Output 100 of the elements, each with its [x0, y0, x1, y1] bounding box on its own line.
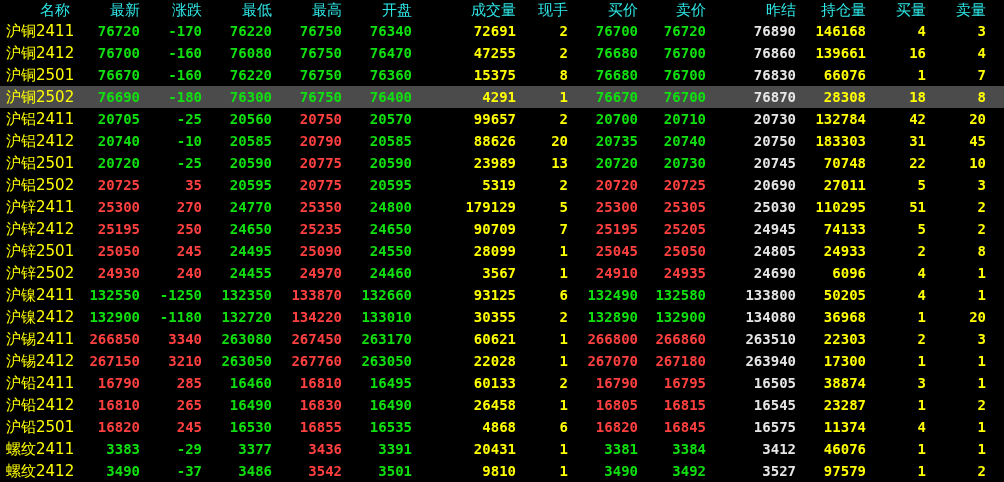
table-row[interactable]: 沪锡2412 267150 3210 263050 267760 263050 22028 1 267070 267180 263940 17300 1 1 — [0, 350, 1004, 372]
table-row[interactable]: 沪锌2411 25300 270 24770 25350 24800 179129 5 25300 25305 25030 110295 51 2 — [0, 196, 1004, 218]
table-cell: 20431 — [473, 440, 516, 458]
table-cell: 132660 — [361, 286, 412, 304]
table-row[interactable]: 沪铅2411 16790 285 16460 16810 16495 60133 2 16790 16795 16505 38874 3 1 — [0, 372, 1004, 394]
table-cell: 66076 — [823, 66, 866, 84]
table-cell: 76470 — [369, 44, 412, 62]
table-cell: 16545 — [753, 396, 796, 414]
table-cell: 16505 — [753, 374, 796, 392]
column-header[interactable]: 买价 — [608, 1, 638, 19]
contract-name: 沪锡2412 — [5, 352, 75, 370]
table-row[interactable]: 沪铜2411 76720 -170 76220 76750 76340 72691 2 76700 76720 76890 146168 4 3 — [0, 20, 1004, 42]
table-cell: 60133 — [473, 374, 516, 392]
table-cell: 16810 — [97, 396, 140, 414]
table-cell: 16830 — [299, 396, 342, 414]
column-header[interactable]: 最新 — [110, 1, 140, 19]
table-cell: 16490 — [369, 396, 412, 414]
table-cell: 25195 — [97, 220, 140, 238]
column-header[interactable]: 卖价 — [676, 1, 706, 19]
contract-name: 沪锌2501 — [5, 242, 75, 260]
column-header[interactable]: 昨结 — [766, 1, 796, 19]
table-cell: 132580 — [655, 286, 706, 304]
contract-name: 沪锌2502 — [5, 264, 75, 282]
table-row[interactable]: 沪锌2501 25050 245 24495 25090 24550 28099 1 25045 25050 24805 24933 2 8 — [0, 240, 1004, 262]
column-header[interactable]: 成交量 — [471, 1, 516, 19]
table-cell: 20 — [969, 308, 986, 326]
table-cell: 15375 — [473, 66, 516, 84]
table-cell: 1 — [977, 418, 986, 436]
table-cell: 1 — [917, 440, 926, 458]
table-cell: 16 — [909, 44, 926, 62]
column-header[interactable]: 开盘 — [382, 1, 412, 19]
table-cell: 20725 — [663, 176, 706, 194]
table-cell: 3391 — [378, 440, 412, 458]
column-header[interactable]: 卖量 — [956, 1, 986, 19]
table-cell: 1 — [559, 440, 568, 458]
table-row[interactable]: 螺纹2411 3383 -29 3377 3436 3391 20431 1 3381 3384 3412 46076 1 1 — [0, 438, 1004, 460]
table-cell: 1 — [977, 440, 986, 458]
column-header[interactable]: 涨跌 — [172, 1, 202, 19]
contract-name: 沪镍2412 — [5, 308, 75, 326]
table-cell: 76700 — [663, 44, 706, 62]
table-cell: 18 — [909, 88, 926, 106]
table-cell: 1 — [977, 352, 986, 370]
table-cell: 20725 — [97, 176, 140, 194]
table-row[interactable]: 沪镍2412 132900 -1180 132720 134220 133010 30355 2 132890 132900 134080 36968 1 20 — [0, 306, 1004, 328]
table-cell: 90709 — [473, 220, 516, 238]
table-cell: 16535 — [369, 418, 412, 436]
table-cell: 7 — [977, 66, 986, 84]
table-cell: 88626 — [473, 132, 516, 150]
table-row[interactable]: 沪锌2412 25195 250 24650 25235 24650 90709 7 25195 25205 24945 74133 5 2 — [0, 218, 1004, 240]
table-cell: 3377 — [238, 440, 272, 458]
table-cell: 25050 — [97, 242, 140, 260]
table-row[interactable]: 沪铝2411 20705 -25 20560 20750 20570 99657 2 20700 20710 20730 132784 42 20 — [0, 108, 1004, 130]
table-row[interactable]: 沪镍2411 132550 -1250 132350 133870 132660 93125 6 132490 132580 133800 50205 4 1 — [0, 284, 1004, 306]
table-cell: 76890 — [753, 22, 796, 40]
table-cell: 16530 — [229, 418, 272, 436]
table-row[interactable]: 沪铝2501 20720 -25 20590 20775 20590 23989 13 20720 20730 20745 70748 22 10 — [0, 152, 1004, 174]
column-header[interactable]: 买量 — [896, 1, 926, 19]
table-row[interactable]: 螺纹2412 3490 -37 3486 3542 3501 9810 1 3490 3492 3527 97579 1 2 — [0, 460, 1004, 482]
table-row[interactable]: 沪铝2502 20725 35 20595 20775 20595 5319 2 20720 20725 20690 27011 5 3 — [0, 174, 1004, 196]
table-cell: 76670 — [97, 66, 140, 84]
table-row[interactable]: 沪锡2411 266850 3340 263080 267450 263170 60621 1 266800 266860 263510 22303 2 3 — [0, 328, 1004, 350]
table-cell: 24930 — [97, 264, 140, 282]
table-cell: 263940 — [745, 352, 796, 370]
table-cell: 25045 — [595, 242, 638, 260]
column-header[interactable]: 最高 — [312, 1, 342, 19]
table-cell: 11374 — [823, 418, 866, 436]
table-cell: 25300 — [595, 198, 638, 216]
table-cell: 20595 — [229, 176, 272, 194]
table-row[interactable]: 沪铅2501 16820 245 16530 16855 16535 4868 6 16820 16845 16575 11374 4 1 — [0, 416, 1004, 438]
table-row[interactable]: 沪铜2502 76690 -180 76300 76750 76400 4291 1 76670 76700 76870 28308 18 8 — [0, 86, 1004, 108]
table-cell: 16490 — [229, 396, 272, 414]
table-cell: 25205 — [663, 220, 706, 238]
column-header[interactable]: 名称 — [40, 1, 70, 19]
table-row[interactable]: 沪锌2502 24930 240 24455 24970 24460 3567 1 24910 24935 24690 6096 4 1 — [0, 262, 1004, 284]
table-row[interactable]: 沪铅2412 16810 265 16490 16830 16490 26458 1 16805 16815 16545 23287 1 2 — [0, 394, 1004, 416]
column-header[interactable]: 现手 — [538, 1, 568, 19]
table-cell: 2 — [559, 110, 568, 128]
table-cell: -29 — [176, 440, 202, 458]
table-cell: 24970 — [299, 264, 342, 282]
column-header[interactable]: 最低 — [242, 1, 272, 19]
table-cell: 245 — [176, 242, 202, 260]
table-cell: 1 — [977, 264, 986, 282]
table-cell: 4 — [917, 22, 926, 40]
table-cell: 70748 — [823, 154, 866, 172]
table-row[interactable]: 沪铜2501 76670 -160 76220 76750 76360 15375 8 76680 76700 76830 66076 1 7 — [0, 64, 1004, 86]
table-cell: 267450 — [291, 330, 342, 348]
table-cell: 25305 — [663, 198, 706, 216]
table-cell: 45 — [969, 132, 986, 150]
table-cell: 20740 — [663, 132, 706, 150]
table-cell: 76400 — [369, 88, 412, 106]
column-header[interactable]: 持仓量 — [821, 1, 866, 19]
table-cell: 76680 — [595, 66, 638, 84]
table-cell: 72691 — [473, 22, 516, 40]
table-cell: 76750 — [299, 88, 342, 106]
contract-name: 沪铜2411 — [5, 22, 75, 40]
table-cell: 22303 — [823, 330, 866, 348]
table-row[interactable]: 沪铝2412 20740 -10 20585 20790 20585 88626 20 20735 20740 20750 183303 31 45 — [0, 130, 1004, 152]
table-cell: 5 — [917, 176, 926, 194]
table-row[interactable]: 沪铜2412 76700 -160 76080 76750 76470 47255 2 76680 76700 76860 139661 16 4 — [0, 42, 1004, 64]
table-cell: 240 — [176, 264, 202, 282]
